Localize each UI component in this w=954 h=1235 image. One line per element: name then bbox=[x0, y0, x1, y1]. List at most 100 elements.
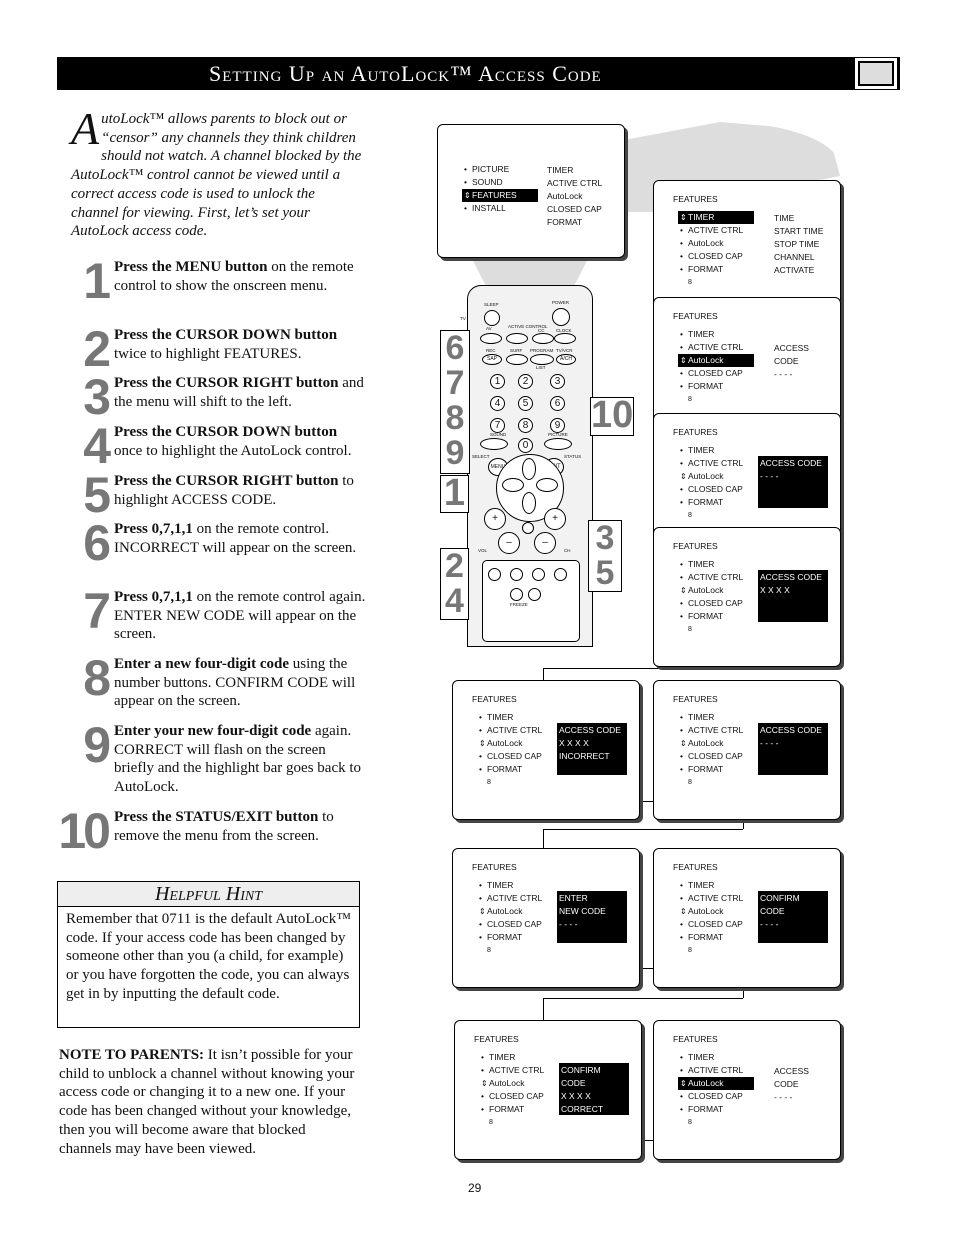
active-control-button[interactable] bbox=[506, 333, 528, 344]
power-label: POWER bbox=[552, 300, 570, 305]
step-callout: 6 7 8 9 bbox=[440, 330, 470, 474]
menu-item: ACTIVE CTRL bbox=[479, 1064, 555, 1077]
slow-button[interactable] bbox=[528, 588, 541, 601]
screen-heading: FEATURES bbox=[673, 694, 718, 704]
cursor-left-button[interactable] bbox=[502, 478, 524, 492]
step-text: Press the MENU button on the remote cont… bbox=[114, 258, 366, 295]
menu-item: TIMER bbox=[678, 711, 754, 724]
sleep-button[interactable] bbox=[484, 310, 500, 326]
menu-item: ACTIVE CTRL bbox=[477, 892, 553, 905]
menu-item: FORMAT bbox=[477, 763, 553, 776]
step-detail: twice to highlight FEATURES. bbox=[114, 345, 302, 362]
fast-forward-button[interactable] bbox=[554, 568, 567, 581]
number-button-3[interactable]: 3 bbox=[550, 374, 565, 389]
ach-button[interactable]: A/CH bbox=[556, 354, 576, 365]
program-label: PROGRAM bbox=[530, 348, 554, 353]
intro-paragraph: AutoLock™ allows parents to block out or… bbox=[71, 103, 366, 241]
program-list-button[interactable] bbox=[530, 354, 554, 365]
menu-items: TIMERACTIVE CTRLAutoLockCLOSED CAPFORMAT… bbox=[678, 328, 754, 406]
mute-button[interactable] bbox=[522, 522, 534, 534]
drop-cap: A bbox=[71, 103, 100, 154]
surf-label: SURF bbox=[510, 348, 523, 353]
step-action: Press the CURSOR DOWN button bbox=[114, 424, 338, 440]
step-number: 9 bbox=[83, 717, 111, 773]
panel-line: ACTIVE CTRL bbox=[547, 178, 603, 188]
tv-screen: FEATURES TIMERACTIVE CTRLAutoLockCLOSED C… bbox=[653, 1020, 841, 1160]
play-button[interactable] bbox=[532, 568, 545, 581]
panel-line: NEW CODE bbox=[559, 906, 606, 916]
number-button-0[interactable]: 0 bbox=[518, 438, 533, 453]
menu-item: TIMER bbox=[479, 1051, 555, 1064]
cc-button[interactable] bbox=[532, 333, 554, 344]
number-button-1[interactable]: 1 bbox=[490, 374, 505, 389]
tv-screen: FEATURES TIMERACTIVE CTRLAutoLockCLOSED C… bbox=[653, 527, 841, 667]
power-button[interactable] bbox=[552, 308, 570, 326]
volume-up-button[interactable]: + bbox=[484, 508, 506, 530]
step-text: Press the CURSOR DOWN button once to hig… bbox=[114, 423, 366, 460]
menu-item: 8 bbox=[487, 947, 491, 954]
picture-button[interactable] bbox=[544, 438, 572, 450]
screen-heading: FEATURES bbox=[673, 541, 718, 551]
number-button-9[interactable]: 9 bbox=[550, 418, 565, 433]
menu-item: CLOSED CAP bbox=[678, 250, 754, 263]
hand-pointing-icon bbox=[854, 57, 898, 90]
menu-item: ACTIVE CTRL bbox=[678, 1064, 754, 1077]
panel-line: X X X X bbox=[559, 738, 589, 748]
channel-up-button[interactable]: + bbox=[544, 508, 566, 530]
step-action: Enter your new four-digit code bbox=[114, 723, 312, 739]
right-panel: ACCESS CODE X X X X INCORRECT bbox=[557, 723, 627, 775]
volume-down-button[interactable]: – bbox=[498, 532, 520, 554]
screen-heading: FEATURES bbox=[472, 862, 517, 872]
step-action: Press the CURSOR RIGHT button bbox=[114, 473, 339, 489]
note-to-parents: NOTE TO PARENTS: It isn’t possible for y… bbox=[59, 1046, 359, 1158]
stop-button[interactable] bbox=[510, 568, 523, 581]
connector bbox=[543, 998, 743, 999]
menu-item: CLOSED CAP bbox=[678, 750, 754, 763]
cursor-up-button[interactable] bbox=[522, 458, 536, 480]
cursor-right-button[interactable] bbox=[536, 478, 558, 492]
number-button-4[interactable]: 4 bbox=[490, 396, 505, 411]
tv-screen: FEATURES TIMERACTIVE CTRLAutoLockCLOSED C… bbox=[653, 680, 841, 820]
number-button-7[interactable]: 7 bbox=[490, 418, 505, 433]
connector bbox=[543, 668, 743, 669]
clock-button[interactable] bbox=[554, 333, 576, 344]
tv-screen: FEATURES TIMERACTIVE CTRLAutoLockCLOSED C… bbox=[452, 848, 640, 988]
number-button-2[interactable]: 2 bbox=[518, 374, 533, 389]
step-action: Press the MENU button bbox=[114, 259, 268, 275]
number-button-6[interactable]: 6 bbox=[550, 396, 565, 411]
sound-button[interactable] bbox=[480, 438, 508, 450]
status-label: STATUS bbox=[564, 454, 582, 459]
surf-button[interactable] bbox=[506, 354, 528, 365]
cursor-down-button[interactable] bbox=[522, 492, 536, 514]
step-text: Press the CURSOR DOWN button twice to hi… bbox=[114, 326, 366, 363]
note-text: It isn’t possible for your child to unbl… bbox=[59, 1047, 355, 1157]
menu-item: AutoLock bbox=[477, 737, 553, 750]
menu-item: CLOSED CAP bbox=[479, 1090, 555, 1103]
menu-item: CLOSED CAP bbox=[678, 483, 754, 496]
av-button[interactable] bbox=[480, 333, 502, 344]
page-number: 29 bbox=[468, 1181, 482, 1195]
panel-line: ACCESS CODE bbox=[559, 725, 621, 735]
rewind-button[interactable] bbox=[488, 568, 501, 581]
menu-item: FORMAT bbox=[477, 931, 553, 944]
pause-button[interactable] bbox=[510, 588, 523, 601]
tv-screen: PICTURESOUNDFEATURESINSTALL TIMER ACTIVE C… bbox=[437, 124, 625, 258]
step-number: 5 bbox=[83, 467, 111, 523]
number-button-5[interactable]: 5 bbox=[518, 396, 533, 411]
channel-down-button[interactable]: – bbox=[534, 532, 556, 554]
panel-line: ACCESS CODE bbox=[774, 1066, 809, 1089]
panel-line: - - - - bbox=[774, 369, 793, 379]
menu-item: TIMER bbox=[678, 444, 754, 457]
ch-label: CH bbox=[564, 548, 571, 553]
menu-item: AutoLock bbox=[678, 354, 754, 367]
step-text: Press the CURSOR RIGHT button to highlig… bbox=[114, 472, 366, 509]
menu-item: CLOSED CAP bbox=[678, 367, 754, 380]
menu-items: TIMERACTIVE CTRLAutoLockCLOSED CAPFORMAT… bbox=[479, 1051, 555, 1129]
menu-items: TIMERACTIVE CTRLAutoLockCLOSED CAPFORMAT… bbox=[678, 444, 754, 522]
tv-screen: FEATURES TIMERACTIVE CTRLAutoLockCLOSED C… bbox=[452, 680, 640, 820]
connector bbox=[543, 829, 544, 849]
menu-item: TIMER bbox=[477, 711, 553, 724]
number-button-8[interactable]: 8 bbox=[518, 418, 533, 433]
screen-heading: FEATURES bbox=[673, 427, 718, 437]
rec-sap-button[interactable]: SAP bbox=[482, 354, 502, 365]
